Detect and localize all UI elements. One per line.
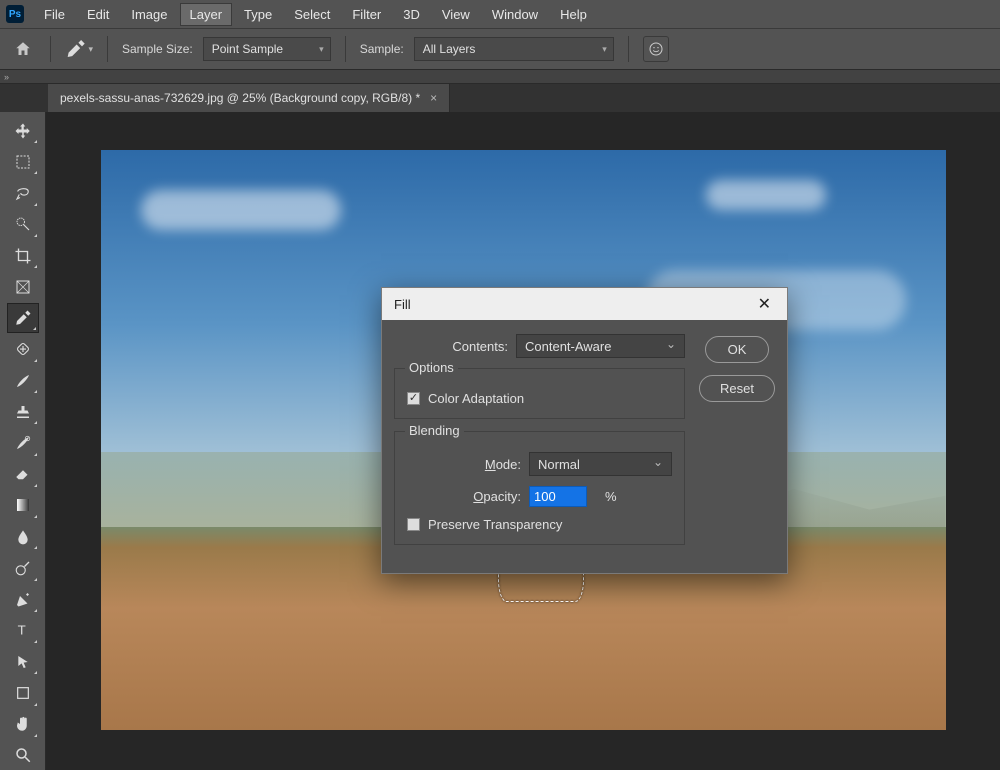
stamp-tool[interactable] [7, 397, 39, 426]
blending-legend: Blending [405, 423, 464, 438]
quick-select-tool[interactable] [7, 210, 39, 239]
close-icon[interactable]: × [430, 91, 437, 105]
contents-dropdown[interactable]: Content-Aware [516, 334, 685, 358]
dialog-titlebar[interactable]: Fill ✕ [382, 288, 787, 320]
menu-view[interactable]: View [432, 3, 480, 26]
healing-tool[interactable] [7, 335, 39, 364]
tool-preset-icon[interactable]: ▾ [65, 35, 93, 63]
crop-tool[interactable] [7, 241, 39, 270]
lasso-tool[interactable] [7, 178, 39, 207]
divider [628, 36, 629, 62]
menu-type[interactable]: Type [234, 3, 282, 26]
document-tabs: pexels-sassu-anas-732629.jpg @ 25% (Back… [0, 84, 1000, 112]
path-select-tool[interactable] [7, 647, 39, 676]
document-tab[interactable]: pexels-sassu-anas-732629.jpg @ 25% (Back… [48, 84, 450, 112]
pen-tool[interactable] [7, 585, 39, 614]
menu-edit[interactable]: Edit [77, 3, 119, 26]
menu-layer[interactable]: Layer [180, 3, 233, 26]
eraser-tool[interactable] [7, 460, 39, 489]
zoom-tool[interactable] [7, 741, 39, 770]
marquee-tool[interactable] [7, 147, 39, 176]
checkbox-icon [407, 518, 420, 531]
opacity-label: Opacity: [407, 489, 521, 504]
app-logo: Ps [6, 5, 24, 23]
sampling-ring-icon[interactable] [643, 36, 669, 62]
tools-panel: T [0, 112, 46, 770]
frame-tool[interactable] [7, 272, 39, 301]
svg-text:T: T [17, 623, 25, 638]
sample-size-label: Sample Size: [122, 42, 193, 56]
fill-dialog: Fill ✕ Contents: Content-Aware Options C… [381, 287, 788, 574]
gradient-tool[interactable] [7, 491, 39, 520]
options-group: Options Color Adaptation [394, 368, 685, 419]
brush-tool[interactable] [7, 366, 39, 395]
menu-select[interactable]: Select [284, 3, 340, 26]
menu-file[interactable]: File [34, 3, 75, 26]
divider [107, 36, 108, 62]
close-icon[interactable]: ✕ [754, 292, 775, 316]
ok-button[interactable]: OK [705, 336, 769, 363]
opacity-input[interactable]: 100 [529, 486, 587, 507]
shape-tool[interactable] [7, 678, 39, 707]
checkbox-icon [407, 392, 420, 405]
dodge-tool[interactable] [7, 553, 39, 582]
divider [50, 36, 51, 62]
mode-dropdown[interactable]: Normal [529, 452, 672, 476]
contents-label: Contents: [394, 339, 508, 354]
menu-filter[interactable]: Filter [342, 3, 391, 26]
type-tool[interactable]: T [7, 616, 39, 645]
menu-help[interactable]: Help [550, 3, 597, 26]
preserve-transparency-checkbox[interactable]: Preserve Transparency [407, 517, 672, 532]
menu-3d[interactable]: 3D [393, 3, 430, 26]
mode-label: Mode: [407, 457, 521, 472]
document-tab-title: pexels-sassu-anas-732629.jpg @ 25% (Back… [60, 91, 420, 105]
blending-group: Blending Mode: Normal Opacity: 100 % [394, 431, 685, 545]
canvas-area: Fill ✕ Contents: Content-Aware Options C… [46, 112, 1000, 770]
expand-chevron-icon: » [4, 72, 9, 82]
sample-size-dropdown[interactable]: Point Sample [203, 37, 331, 61]
sample-label: Sample: [360, 42, 404, 56]
options-legend: Options [405, 360, 458, 375]
menu-window[interactable]: Window [482, 3, 548, 26]
color-adaptation-checkbox[interactable]: Color Adaptation [407, 391, 672, 406]
eyedropper-tool[interactable] [7, 303, 39, 332]
sample-dropdown[interactable]: All Layers [414, 37, 614, 61]
panel-expand-strip[interactable]: » [0, 70, 1000, 84]
divider [345, 36, 346, 62]
history-brush-tool[interactable] [7, 428, 39, 457]
menu-bar: Ps FileEditImageLayerTypeSelectFilter3DV… [0, 0, 1000, 28]
menu-image[interactable]: Image [121, 3, 177, 26]
blur-tool[interactable] [7, 522, 39, 551]
dialog-title: Fill [394, 297, 411, 312]
home-icon[interactable] [10, 36, 36, 62]
opacity-unit: % [605, 489, 617, 504]
move-tool[interactable] [7, 116, 39, 145]
options-bar: ▾ Sample Size: Point Sample Sample: All … [0, 28, 1000, 70]
hand-tool[interactable] [7, 710, 39, 739]
reset-button[interactable]: Reset [699, 375, 775, 402]
